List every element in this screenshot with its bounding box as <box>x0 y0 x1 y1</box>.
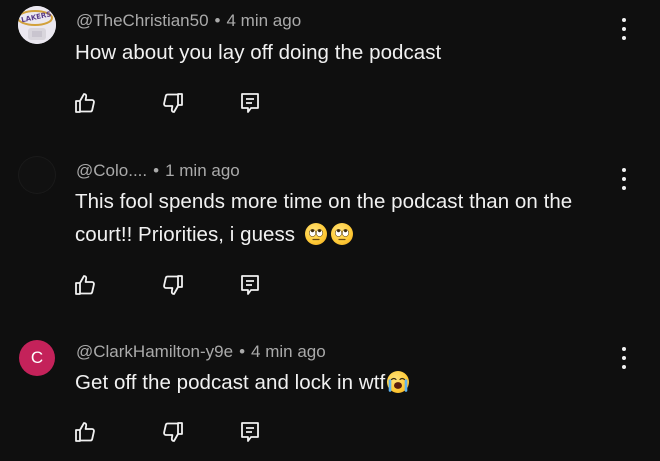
thumbs-down-icon <box>163 422 183 442</box>
thumbs-up-icon <box>75 275 95 295</box>
avatar[interactable]: LAKERS <box>18 6 56 44</box>
comment-time[interactable]: 4 min ago <box>251 342 326 361</box>
comment-body: Get off the podcast and lock in wtf <box>75 371 386 394</box>
comment-meta: @Colo.... • 1 min ago <box>76 161 240 181</box>
dislike-button[interactable] <box>160 419 186 445</box>
author-handle[interactable]: @Colo.... <box>76 161 147 180</box>
avatar-letter: C <box>30 348 44 367</box>
loudly-crying-face-icon <box>387 371 410 393</box>
comment-body: How about you lay off doing the podcast <box>75 41 442 64</box>
reply-icon <box>241 275 259 295</box>
author-handle[interactable]: @TheChristian50 <box>76 11 209 30</box>
more-vertical-icon[interactable] <box>617 18 631 40</box>
reply-button[interactable] <box>237 90 263 116</box>
comment-text: Get off the podcast and lock in wtf <box>75 366 630 399</box>
comment-time[interactable]: 4 min ago <box>227 11 302 30</box>
avatar[interactable] <box>18 156 56 194</box>
comment-time[interactable]: 1 min ago <box>165 161 240 180</box>
meta-separator: • <box>239 342 246 361</box>
lakers-logo-icon: LAKERS <box>18 6 56 44</box>
face-with-rolling-eyes-icon <box>304 223 327 245</box>
more-vertical-icon[interactable] <box>617 347 631 369</box>
reply-button[interactable] <box>237 272 263 298</box>
dislike-button[interactable] <box>160 90 186 116</box>
comment-item: @Colo.... • 1 min ago This fool spends mor… <box>0 150 660 322</box>
comment-meta: @TheChristian50 • 4 min ago <box>76 11 301 31</box>
meta-separator: • <box>153 161 160 180</box>
like-button[interactable] <box>72 419 98 445</box>
thumbs-up-icon <box>75 93 95 113</box>
author-handle[interactable]: @ClarkHamilton-y9e <box>76 342 233 361</box>
like-button[interactable] <box>72 90 98 116</box>
thumbs-down-icon <box>163 93 183 113</box>
comment-actions <box>0 272 660 298</box>
comment-item: LAKERS @TheChristian50 • 4 min ago How abo… <box>0 0 660 150</box>
comment-text: How about you lay off doing the podcast <box>75 36 630 69</box>
reply-icon <box>241 93 259 113</box>
comment-item: C @ClarkHamilton-y9e • 4 min ago Get off t… <box>0 322 660 461</box>
more-vertical-icon[interactable] <box>617 168 631 190</box>
meta-separator: • <box>214 11 221 30</box>
comment-actions <box>0 90 660 116</box>
dislike-button[interactable] <box>160 272 186 298</box>
thumbs-down-icon <box>163 275 183 295</box>
comment-actions <box>0 419 660 445</box>
avatar[interactable]: C <box>19 340 55 376</box>
like-button[interactable] <box>72 272 98 298</box>
face-with-rolling-eyes-icon <box>330 223 353 245</box>
reply-button[interactable] <box>237 419 263 445</box>
comment-meta: @ClarkHamilton-y9e • 4 min ago <box>76 342 326 362</box>
comment-text: This fool spends more time on the podcas… <box>75 185 630 251</box>
reply-icon <box>241 422 259 442</box>
thumbs-up-icon <box>75 422 95 442</box>
